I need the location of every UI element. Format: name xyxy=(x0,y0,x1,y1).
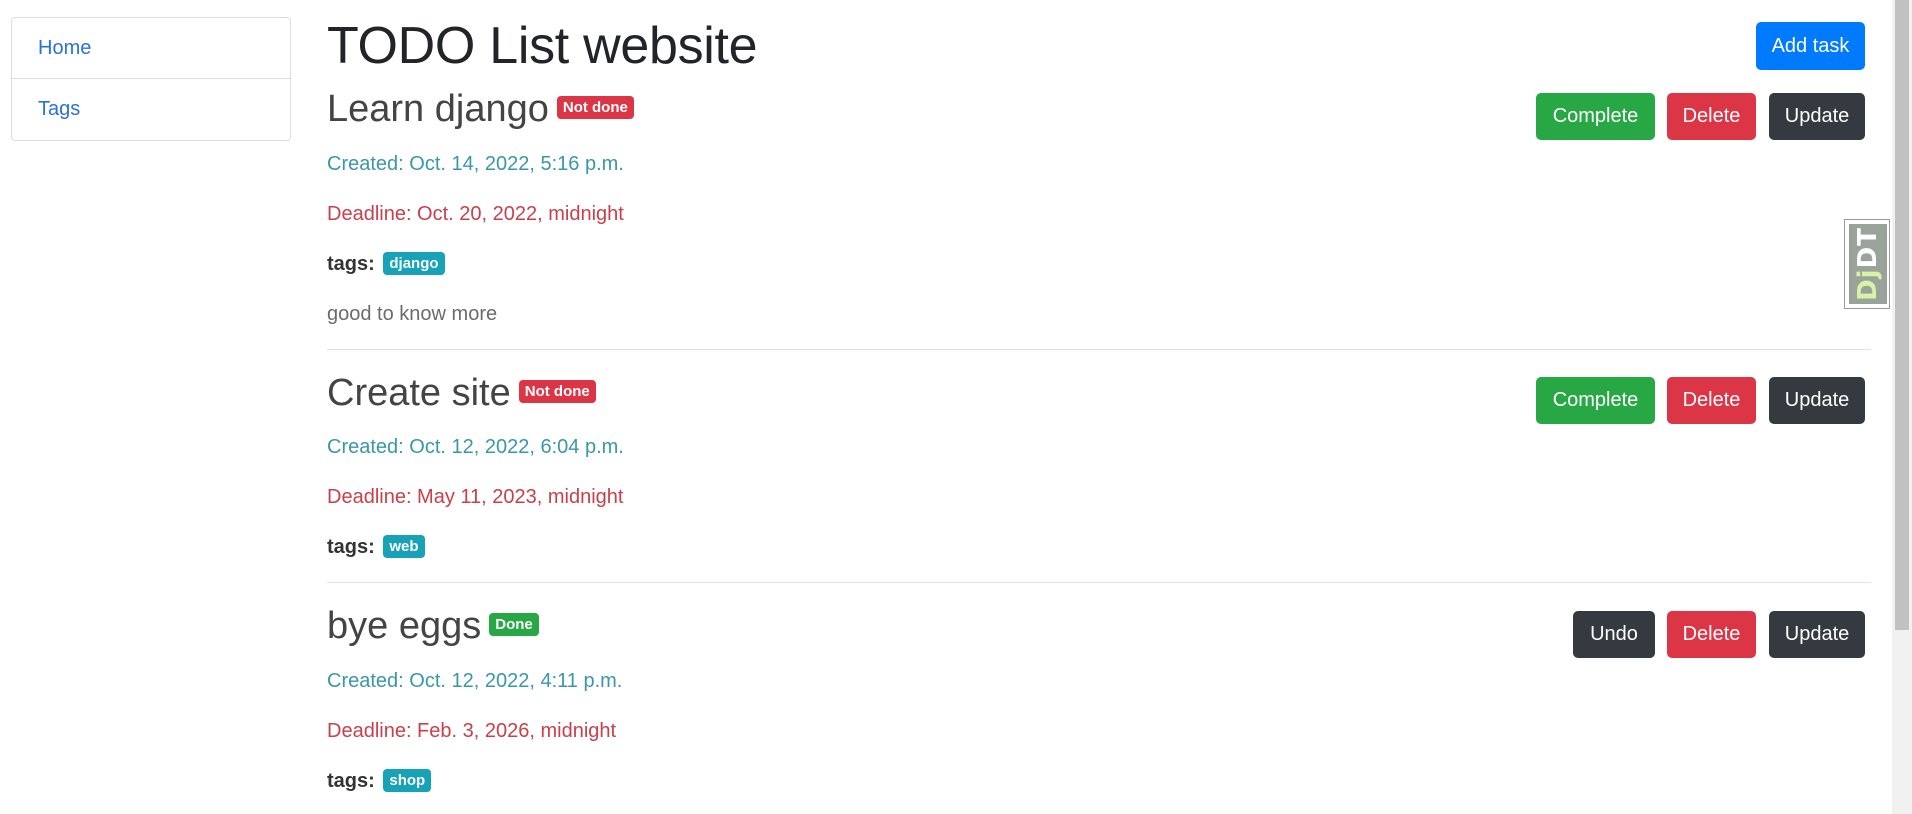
sidebar-item-home[interactable]: Home xyxy=(12,18,290,79)
update-button[interactable]: Update xyxy=(1769,377,1865,424)
deadline-date: Deadline: Feb. 3, 2026, midnight xyxy=(327,720,617,742)
update-button[interactable]: Update xyxy=(1769,93,1865,140)
main-content: TODO List website Add task Learn django N… xyxy=(327,0,1871,814)
tags-label: tags: xyxy=(327,536,375,558)
created-date: Created: Oct. 12, 2022, 6:04 p.m. xyxy=(327,436,624,458)
page-title: TODO List website xyxy=(327,17,758,75)
tags-label: tags: xyxy=(327,253,375,275)
status-badge: Done xyxy=(489,613,539,637)
tag-badge: django xyxy=(383,252,445,275)
tags-row: tags: web xyxy=(327,535,425,560)
delete-button[interactable]: Delete xyxy=(1667,611,1756,658)
tags-row: tags: django xyxy=(327,252,445,277)
add-task-button[interactable]: Add task xyxy=(1756,22,1865,70)
tags-row: tags: shop xyxy=(327,769,432,794)
task-title-text: Create site xyxy=(327,372,511,414)
vertical-scrollbar[interactable] xyxy=(1892,0,1912,814)
status-badge: Not done xyxy=(518,380,596,404)
django-debug-toolbar-handle[interactable]: DjDT xyxy=(1844,219,1890,309)
divider xyxy=(327,582,1871,583)
update-button[interactable]: Update xyxy=(1769,611,1865,658)
task-title-text: Learn django xyxy=(327,88,549,130)
task-title: Create site Not done xyxy=(327,372,596,414)
deadline-date: Deadline: Oct. 20, 2022, midnight xyxy=(327,203,624,225)
sidebar: Home Tags xyxy=(11,17,291,141)
created-date: Created: Oct. 12, 2022, 4:11 p.m. xyxy=(327,670,623,692)
tag-badge: web xyxy=(383,535,425,558)
complete-button[interactable]: Complete xyxy=(1536,377,1655,424)
complete-button[interactable]: Complete xyxy=(1536,93,1655,140)
divider xyxy=(327,349,1871,350)
created-date: Created: Oct. 14, 2022, 5:16 p.m. xyxy=(327,153,624,175)
tags-label: tags: xyxy=(327,770,375,792)
task-title: bye eggs Done xyxy=(327,605,539,647)
scrollbar-thumb[interactable] xyxy=(1895,0,1909,630)
undo-button[interactable]: Undo xyxy=(1573,611,1655,658)
task-description: good to know more xyxy=(327,303,498,325)
delete-button[interactable]: Delete xyxy=(1667,93,1756,140)
sidebar-item-tags[interactable]: Tags xyxy=(12,79,290,140)
task-title-text: bye eggs xyxy=(327,605,482,647)
deadline-date: Deadline: May 11, 2023, midnight xyxy=(327,486,624,508)
status-badge: Not done xyxy=(556,96,634,120)
task-title: Learn django Not done xyxy=(327,88,634,130)
tag-badge: shop xyxy=(383,769,432,792)
delete-button[interactable]: Delete xyxy=(1667,377,1756,424)
djdt-logo-icon: DjDT xyxy=(1849,224,1887,304)
djdt-logo-text: DjDT xyxy=(1853,227,1884,301)
